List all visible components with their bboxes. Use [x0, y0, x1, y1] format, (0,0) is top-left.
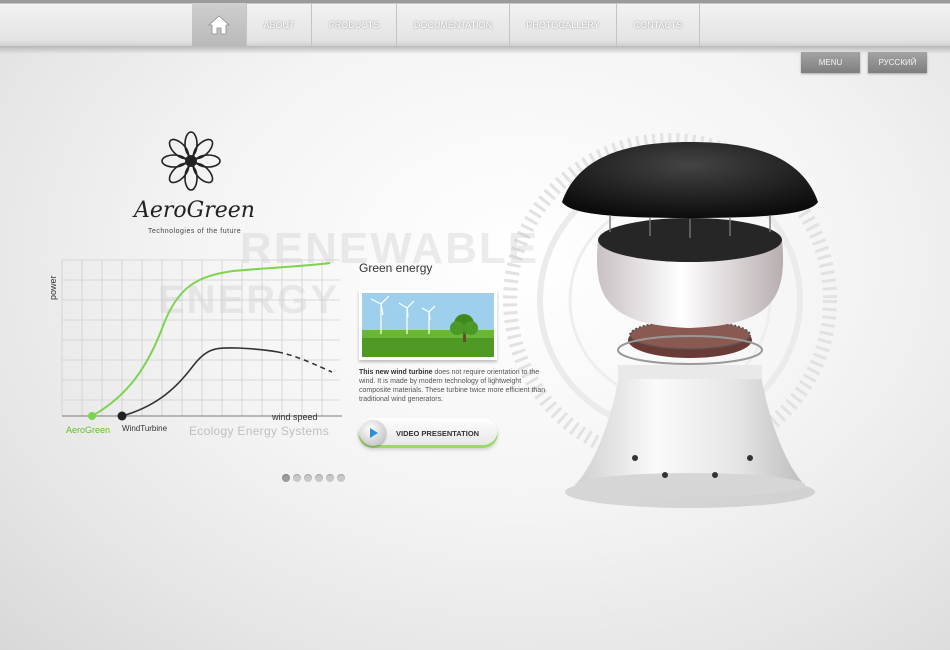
power-graph	[61, 259, 342, 421]
video-presentation-button[interactable]: VIDEO PRESENTATION	[358, 418, 498, 448]
video-presentation-label: VIDEO PRESENTATION	[396, 429, 480, 438]
slider-dot-5[interactable]	[326, 474, 334, 482]
nav-products[interactable]: PRODUCTS	[312, 3, 397, 46]
promo-description-bold: This new wind turbine	[359, 369, 433, 376]
main-nav: ABOUT PRODUCTS DOCUMENTATION PHOTOGALLER…	[192, 3, 700, 46]
windturbine-curve	[121, 347, 279, 417]
promo-heading: Green energy	[359, 261, 433, 275]
promo-description: This new wind turbine does not require o…	[359, 368, 549, 404]
slider-dot-1[interactable]	[282, 474, 290, 482]
axis-power-label: power	[48, 275, 58, 300]
windturbine-marker	[117, 411, 127, 421]
ecology-caption: Ecology Energy Systems	[189, 424, 329, 438]
wind-turbine-product-image	[562, 142, 818, 508]
home-icon	[208, 14, 230, 34]
nav-photogallery[interactable]: PHOTOGALLERY	[510, 3, 617, 46]
nav-documentation[interactable]: DOCUMENTATION	[397, 3, 510, 46]
play-icon	[360, 420, 386, 446]
brand-name: AeroGreen	[134, 198, 255, 223]
slider-dot-2[interactable]	[293, 474, 301, 482]
slider-pagination	[282, 474, 345, 482]
axis-windspeed-label: wind speed	[272, 412, 318, 422]
windturbine-curve-dashed	[277, 351, 333, 373]
brand-tagline: Technologies of the future	[148, 228, 242, 235]
language-button[interactable]: РУССКИЙ	[868, 52, 927, 73]
slider-dot-3[interactable]	[304, 474, 312, 482]
aerogreen-marker	[88, 412, 96, 420]
flower-logo-icon	[161, 131, 221, 191]
nav-contacts[interactable]: CONTACTS	[617, 3, 700, 46]
slider-dot-4[interactable]	[315, 474, 323, 482]
legend-aerogreen: AeroGreen	[66, 425, 111, 435]
slider-dot-6[interactable]	[337, 474, 345, 482]
nav-home[interactable]	[192, 3, 247, 46]
aerogreen-curve	[91, 262, 331, 417]
legend-windturbine: WindTurbine	[122, 424, 168, 433]
wind-farm-photo[interactable]	[359, 290, 497, 360]
menu-button[interactable]: MENU	[801, 52, 860, 73]
nav-about[interactable]: ABOUT	[247, 3, 312, 46]
